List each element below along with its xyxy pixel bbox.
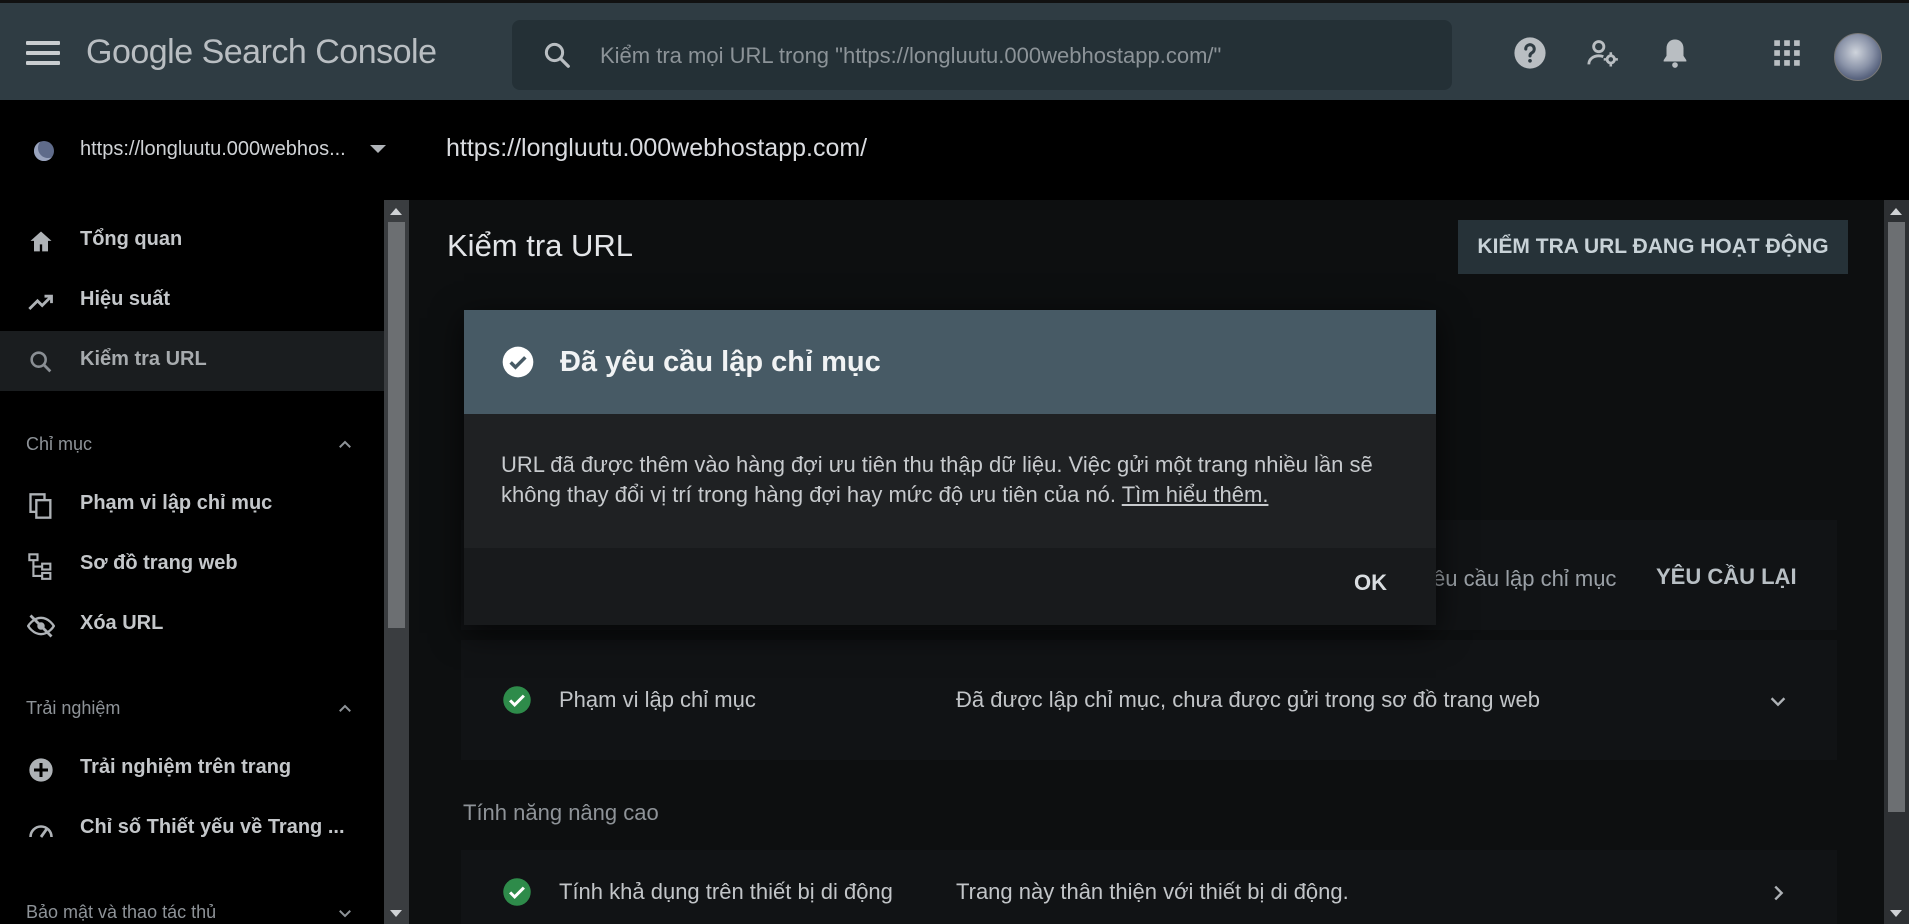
sidebar-item-label: Sơ đồ trang web: [80, 552, 238, 574]
sidebar-item-page-experience[interactable]: Trải nghiệm trên trang: [0, 739, 384, 799]
check-circle-icon: [503, 686, 531, 714]
chevron-down-icon[interactable]: [336, 904, 354, 922]
advanced-features-title: Tính năng nâng cao: [463, 800, 659, 825]
property-selector[interactable]: https://longluutu.000webhos...: [0, 100, 410, 200]
visibility-off-icon: [27, 614, 55, 638]
sidebar-item-overview[interactable]: Tổng quan: [0, 211, 384, 271]
apps-grid-icon[interactable]: [1770, 36, 1804, 70]
manage-users-icon[interactable]: [1586, 36, 1620, 70]
scroll-down-arrow-icon[interactable]: [1890, 910, 1902, 917]
scroll-up-arrow-icon[interactable]: [390, 208, 402, 215]
sidebar-item-url-inspection[interactable]: Kiểm tra URL: [0, 331, 384, 391]
sidebar-item-label: Trải nghiệm trên trang: [80, 756, 292, 778]
section-header-experience[interactable]: Trải nghiệm: [26, 698, 120, 719]
main-scrollbar[interactable]: [1884, 200, 1909, 924]
sidebar-item-performance[interactable]: Hiệu suất: [0, 271, 384, 331]
copy-icon: [29, 493, 52, 519]
sidebar-scrollbar[interactable]: [384, 200, 409, 924]
ok-button[interactable]: OK: [1354, 570, 1387, 596]
top-app-bar: Google Search Console: [0, 0, 1909, 100]
dialog-footer: [464, 548, 1436, 625]
coverage-label: Phạm vi lập chỉ mục: [559, 687, 756, 712]
sidebar-item-label: Xóa URL: [80, 612, 164, 634]
request-indexing-label: êu cầu lập chỉ mục: [1433, 566, 1617, 591]
coverage-value: Đã được lập chỉ mục, chưa được gửi trong…: [956, 687, 1540, 712]
search-bar[interactable]: [512, 20, 1452, 92]
page-title: Kiểm tra URL: [447, 228, 634, 263]
trending-up-icon: [28, 294, 53, 310]
help-icon[interactable]: [1513, 36, 1547, 70]
sidebar-item-removals[interactable]: Xóa URL: [0, 595, 384, 655]
property-label[interactable]: https://longluutu.000webhos...: [80, 138, 346, 161]
sidebar-item-label: Tổng quan: [80, 228, 183, 250]
globe-icon: [34, 141, 54, 161]
inspected-url-header: https://longluutu.000webhostapp.com/: [446, 134, 868, 162]
section-header-index[interactable]: Chỉ mục: [26, 434, 92, 455]
sidebar-item-core-web-vitals[interactable]: Chỉ số Thiết yếu về Trang ...: [0, 799, 384, 859]
chevron-down-icon[interactable]: [1767, 690, 1789, 712]
search-icon[interactable]: [542, 40, 572, 70]
dialog-message: URL đã được thêm vào hàng đợi ưu tiên th…: [501, 450, 1401, 510]
caret-down-icon[interactable]: [370, 145, 386, 153]
test-live-url-button[interactable]: KIỂM TRA URL ĐANG HOẠT ĐỘNG: [1458, 220, 1848, 274]
indexing-requested-dialog: Đã yêu cầu lập chỉ mục URL đã được thêm …: [464, 310, 1436, 625]
check-circle-icon: [502, 346, 534, 378]
scrollbar-thumb[interactable]: [1888, 222, 1905, 812]
speedometer-icon: [29, 825, 53, 838]
request-again-button[interactable]: YÊU CẦU LẠI: [1656, 564, 1797, 590]
scroll-down-arrow-icon[interactable]: [390, 910, 402, 917]
chevron-right-icon[interactable]: [1767, 882, 1789, 904]
chevron-up-icon[interactable]: [336, 700, 354, 718]
sitemap-icon: [28, 553, 52, 580]
home-icon: [30, 231, 52, 252]
sidebar-nav: Tổng quan Hiệu suất Kiểm tra URL Chỉ mục…: [0, 200, 384, 924]
search-icon: [30, 351, 52, 373]
scroll-up-arrow-icon[interactable]: [1890, 208, 1902, 215]
hamburger-menu-icon[interactable]: [26, 41, 60, 67]
app-brand[interactable]: Google Search Console: [86, 33, 437, 72]
sidebar-item-sitemaps[interactable]: Sơ đồ trang web: [0, 535, 384, 595]
learn-more-link[interactable]: Tìm hiểu thêm.: [1122, 482, 1269, 507]
sidebar-item-label: Phạm vi lập chỉ mục: [80, 492, 273, 514]
sidebar-item-label: Chỉ số Thiết yếu về Trang ...: [80, 816, 345, 838]
user-avatar[interactable]: [1834, 33, 1882, 81]
scrollbar-thumb[interactable]: [388, 222, 405, 628]
dialog-title: Đã yêu cầu lập chỉ mục: [560, 346, 881, 378]
chevron-up-icon[interactable]: [336, 436, 354, 454]
notifications-icon[interactable]: [1658, 36, 1692, 70]
sidebar-item-index-coverage[interactable]: Phạm vi lập chỉ mục: [0, 475, 384, 535]
section-header-security[interactable]: Bảo mật và thao tác thủ: [26, 902, 216, 923]
mobile-usability-label: Tính khả dụng trên thiết bị di động: [559, 879, 893, 904]
check-circle-icon: [503, 878, 531, 906]
dialog-header: Đã yêu cầu lập chỉ mục: [464, 310, 1436, 414]
sidebar-item-label: Hiệu suất: [80, 288, 171, 310]
search-input[interactable]: [598, 20, 1432, 92]
sidebar-item-label: Kiểm tra URL: [80, 348, 207, 370]
experience-icon: [29, 758, 53, 782]
mobile-usability-value: Trang này thân thiện với thiết bị di độn…: [956, 879, 1349, 904]
